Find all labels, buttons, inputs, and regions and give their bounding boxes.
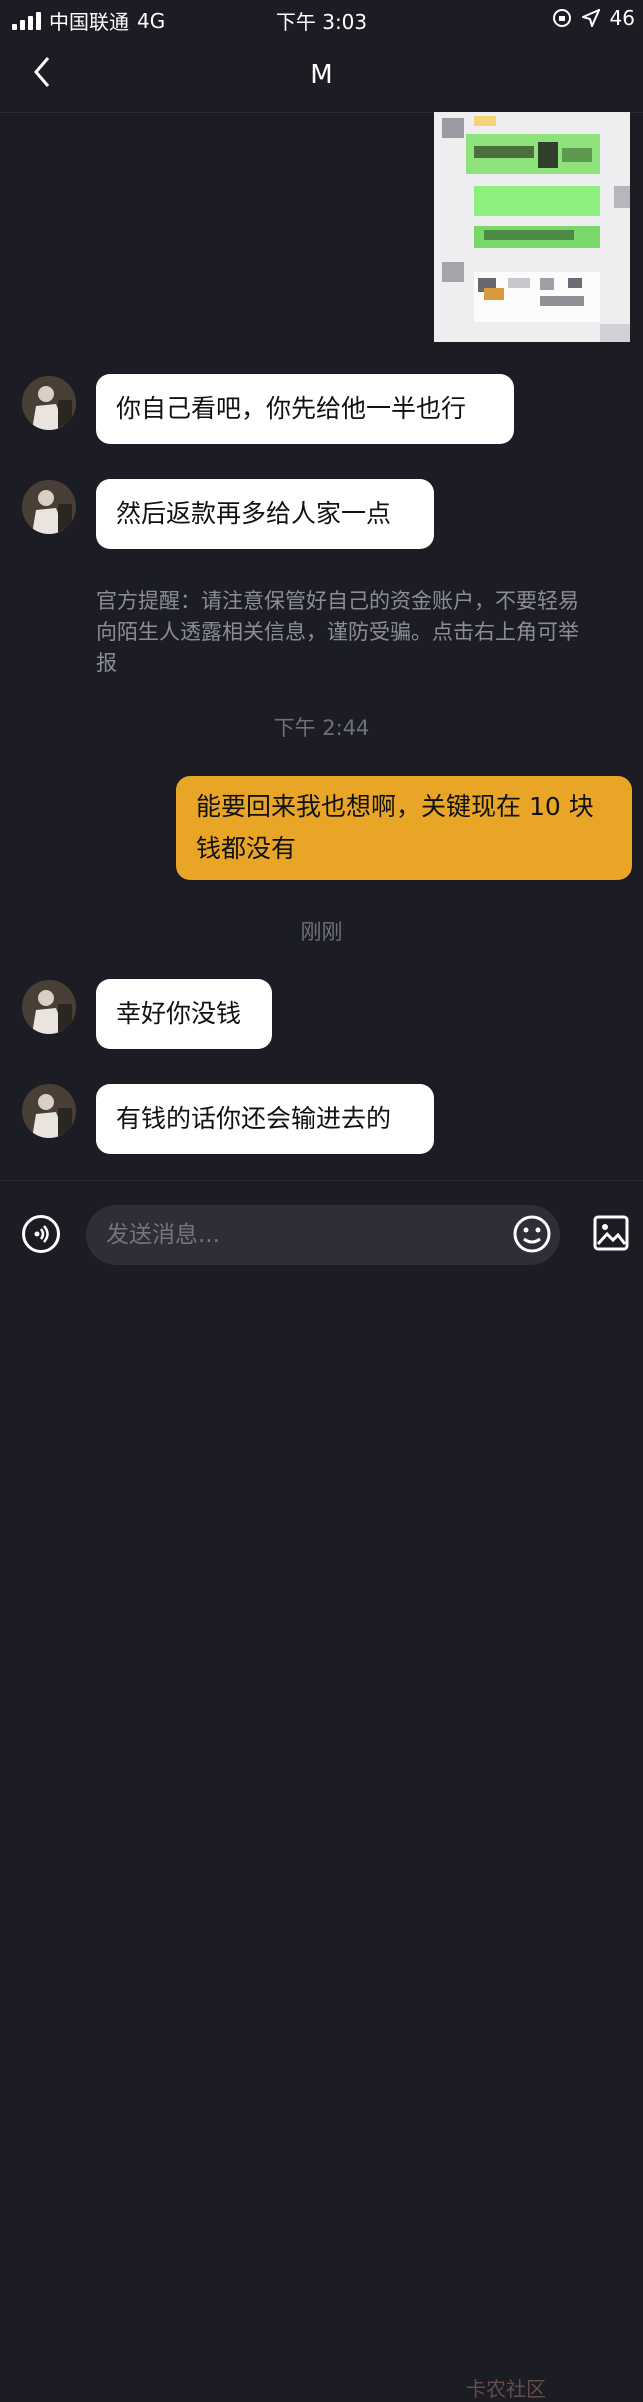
emoji-icon[interactable] — [512, 1214, 552, 1254]
message-bubble[interactable]: 你自己看吧，你先给他一半也行 — [96, 374, 514, 444]
timestamp: 刚刚 — [300, 920, 343, 944]
avatar[interactable] — [22, 480, 76, 534]
voice-icon — [34, 1225, 49, 1243]
avatar[interactable] — [22, 1084, 76, 1138]
message-bubble[interactable]: 有钱的话你还会输进去的 — [96, 1084, 434, 1154]
image-picker-icon[interactable] — [592, 1214, 630, 1252]
notice-line: 向陌生人透露相关信息，谨防受骗。点击右上角可举 — [96, 620, 579, 644]
timestamp: 下午 2:44 — [273, 716, 370, 740]
message-line: 钱都没有 — [196, 834, 297, 863]
message-bubble[interactable]: 然后返款再多给人家一点 — [96, 479, 434, 549]
chat-header: M — [0, 36, 643, 113]
notice-line: 官方提醒：请注意保管好自己的资金账户，不要轻易 — [96, 589, 579, 613]
avatar-photo-icon — [22, 376, 76, 430]
chat-title: M — [310, 60, 333, 90]
message-bubble[interactable]: 幸好你没钱 — [96, 979, 272, 1049]
notice-line: 报 — [96, 651, 117, 675]
avatar[interactable] — [22, 376, 76, 430]
image-message[interactable] — [434, 112, 630, 342]
status-bar: 中国联通 4G 下午 3:03 46 — [0, 0, 643, 36]
location-icon — [581, 9, 600, 27]
official-notice: 官方提醒：请注意保管好自己的资金账户，不要轻易 向陌生人透露相关信息，谨防受骗。… — [96, 586, 636, 679]
avatar-photo-icon — [22, 480, 76, 534]
watermark-logo: 卡农社区 — [466, 2377, 546, 2401]
avatar[interactable] — [22, 980, 76, 1034]
rotation-lock-icon — [552, 9, 571, 27]
message-line: 能要回来我也想啊，关键现在 10 块 — [196, 792, 594, 821]
voice-button[interactable] — [22, 1215, 60, 1253]
status-right: 46 — [552, 6, 635, 30]
status-time: 下午 3:03 — [275, 10, 368, 34]
status-right-label: 46 — [609, 6, 635, 30]
input-bar: 卡农社区 — [0, 1180, 643, 2401]
my-message-bubble[interactable]: 能要回来我也想啊，关键现在 10 块 钱都没有 — [176, 776, 632, 880]
avatar-photo-icon — [22, 1084, 76, 1138]
avatar-photo-icon — [22, 980, 76, 1034]
message-input[interactable] — [86, 1205, 560, 1265]
